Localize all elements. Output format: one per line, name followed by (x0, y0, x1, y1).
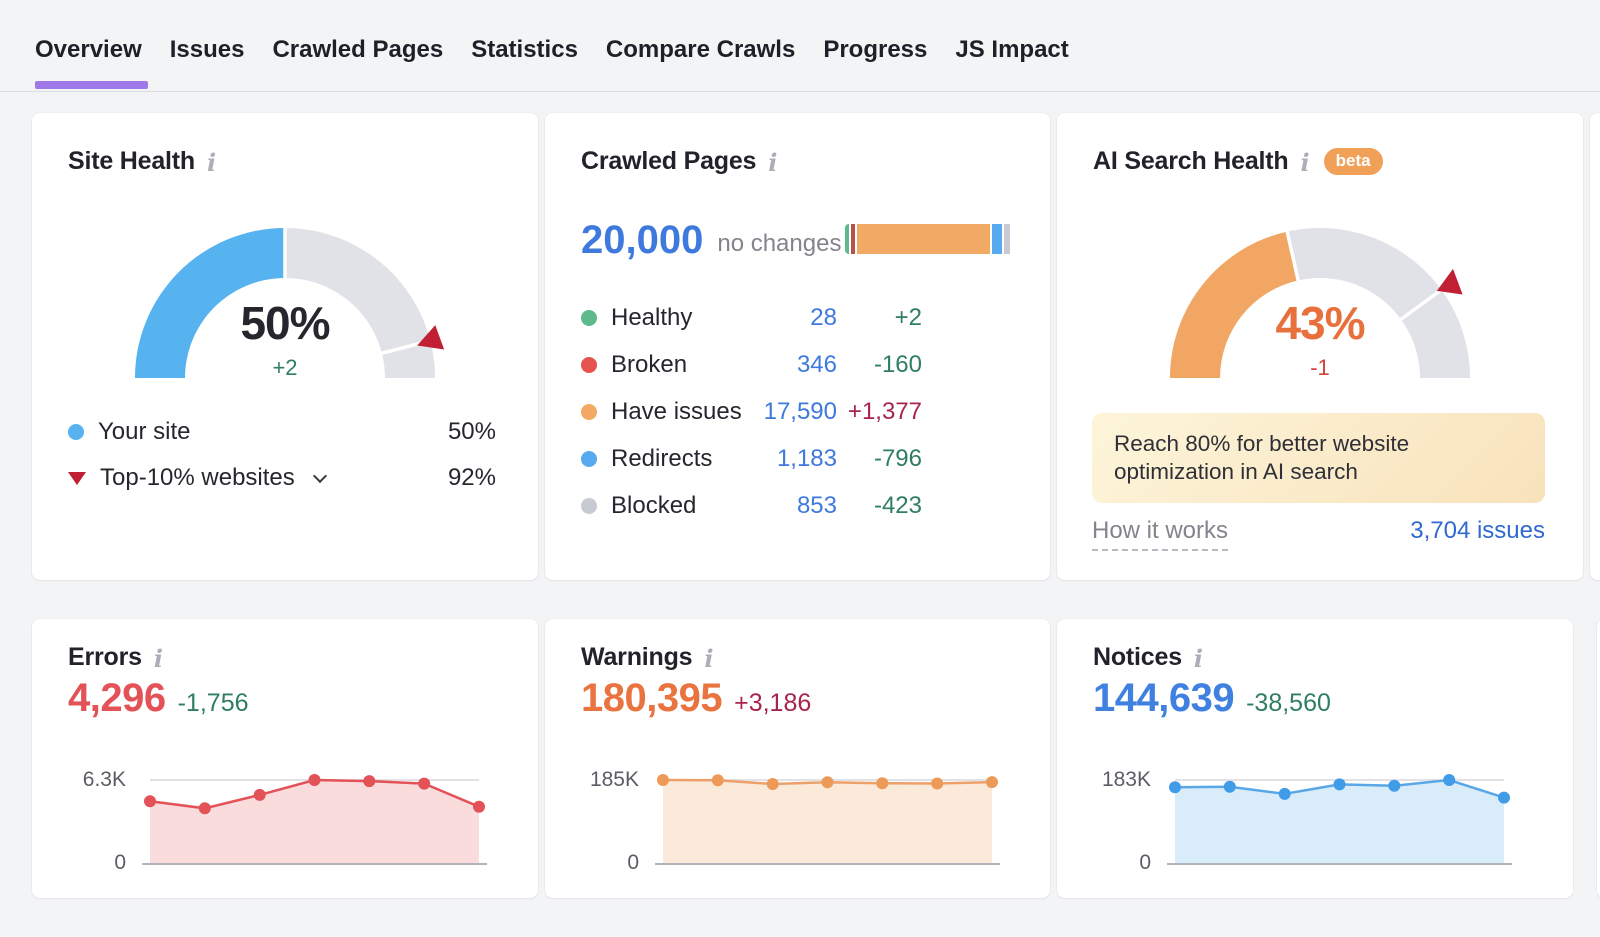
status-dot-icon (581, 357, 597, 373)
y-axis-zero-label: 0 (627, 851, 639, 875)
row-change: +1,377 (837, 398, 922, 426)
ai-search-health-title: AI Search Health (1093, 147, 1288, 176)
next-card-edge (1590, 113, 1600, 580)
row-value[interactable]: 17,590 (742, 398, 837, 426)
row-label: Blocked (581, 492, 742, 520)
tab-bar: Overview Issues Crawled Pages Statistics Com… (0, 0, 1600, 92)
info-icon[interactable]: i (1194, 647, 1203, 671)
ai-search-health-score: 43% (1165, 296, 1475, 350)
legend-row-top-10-websites[interactable]: Top-10% websites 92% (68, 455, 496, 501)
errors-title: Errors (68, 643, 142, 672)
errors-count[interactable]: 4,296 (68, 676, 166, 721)
chevron-down-icon[interactable] (313, 469, 327, 483)
errors-change: -1,756 (178, 689, 249, 718)
status-dot-icon (581, 451, 597, 467)
info-icon[interactable]: i (207, 151, 216, 175)
benchmark-triangle-icon (68, 472, 86, 485)
notices-count[interactable]: 144,639 (1093, 676, 1234, 721)
notices-trend-chart: 183K 0 (1093, 772, 1512, 872)
notices-card: Notices i 144,639 -38,560 183K 0 (1057, 619, 1573, 898)
row-label: Redirects (581, 445, 742, 473)
errors-trend-chart: 6.3K 0 (68, 772, 487, 872)
how-it-works-link[interactable]: How it works (1092, 517, 1228, 551)
info-icon[interactable]: i (704, 647, 713, 671)
row-label: Broken (581, 351, 742, 379)
row-value[interactable]: 28 (742, 304, 837, 332)
crawled-pages-title: Crawled Pages (581, 147, 756, 176)
bar-segment-healthy (845, 224, 849, 254)
site-health-title: Site Health (68, 147, 195, 176)
tab-js-impact[interactable]: JS Impact (955, 0, 1068, 91)
errors-card: Errors i 4,296 -1,756 6.3K 0 (32, 619, 538, 898)
crawled-row-broken: Broken346-160 (581, 341, 922, 388)
info-icon[interactable]: i (1300, 151, 1309, 175)
crawled-row-have-issues: Have issues17,590+1,377 (581, 388, 922, 435)
legend-value: 92% (448, 464, 496, 492)
row-change: -423 (837, 492, 922, 520)
status-dot-icon (581, 498, 597, 514)
legend-label: Your site (98, 418, 191, 446)
status-dot-icon (581, 404, 597, 420)
crawled-pages-stacked-bar (845, 224, 1014, 254)
crawled-row-redirects: Redirects1,183-796 (581, 435, 922, 482)
crawled-pages-card: Crawled Pages i 20,000 no changes Health… (545, 113, 1050, 580)
bar-segment-redirects (992, 224, 1002, 254)
ai-search-health-tip: Reach 80% for better website optimizatio… (1092, 413, 1545, 503)
tab-statistics[interactable]: Statistics (471, 0, 578, 91)
crawled-row-blocked: Blocked853-423 (581, 482, 922, 529)
legend-value: 50% (448, 418, 496, 446)
crawled-pages-total[interactable]: 20,000 (581, 218, 703, 262)
legend-label: Top-10% websites (100, 464, 295, 492)
y-axis-max-label: 185K (590, 768, 639, 792)
row-value[interactable]: 853 (742, 492, 837, 520)
ai-search-health-card: AI Search Health i beta 43% -1 Reach 80%… (1057, 113, 1583, 580)
notices-change: -38,560 (1246, 689, 1331, 718)
status-dot-icon (581, 310, 597, 326)
row-change: -796 (837, 445, 922, 473)
info-icon[interactable]: i (768, 151, 777, 175)
notices-title: Notices (1093, 643, 1182, 672)
site-health-gauge: 50% +2 (130, 216, 440, 388)
bar-segment-broken (851, 224, 855, 254)
warnings-trend-chart: 185K 0 (581, 772, 1000, 872)
site-health-legend: Your site 50% Top-10% websites 92% (68, 409, 496, 501)
row-label: Healthy (581, 304, 742, 332)
y-axis-zero-label: 0 (1139, 851, 1151, 875)
warnings-count[interactable]: 180,395 (581, 676, 722, 721)
site-health-score-change: +2 (130, 355, 440, 381)
ai-search-health-gauge: 43% -1 (1165, 216, 1475, 388)
site-audit-overview-page: Overview Issues Crawled Pages Statistics Com… (0, 0, 1600, 937)
y-axis-max-label: 6.3K (83, 768, 126, 792)
row-label: Have issues (581, 398, 742, 426)
beta-badge: beta (1324, 148, 1383, 175)
bar-segment-blocked (1004, 224, 1010, 254)
site-health-score: 50% (130, 296, 440, 350)
warnings-card: Warnings i 180,395 +3,186 185K 0 (545, 619, 1050, 898)
your-site-dot-icon (68, 424, 84, 440)
row-change: -160 (837, 351, 922, 379)
y-axis-zero-label: 0 (114, 851, 126, 875)
tab-progress[interactable]: Progress (823, 0, 927, 91)
crawled-pages-change-note: no changes (717, 218, 841, 258)
tab-crawled-pages[interactable]: Crawled Pages (272, 0, 443, 91)
row-value[interactable]: 346 (742, 351, 837, 379)
y-axis-max-label: 183K (1102, 768, 1151, 792)
bar-segment-have-issues (857, 224, 990, 254)
info-icon[interactable]: i (154, 647, 163, 671)
ai-issues-link[interactable]: 3,704 issues (1410, 517, 1545, 545)
tab-overview[interactable]: Overview (35, 0, 142, 91)
tab-compare-crawls[interactable]: Compare Crawls (606, 0, 795, 91)
ai-search-health-score-change: -1 (1165, 355, 1475, 381)
warnings-change: +3,186 (734, 689, 811, 718)
warnings-title: Warnings (581, 643, 692, 672)
legend-row-your-site: Your site 50% (68, 409, 496, 455)
tab-issues[interactable]: Issues (170, 0, 245, 91)
row-value[interactable]: 1,183 (742, 445, 837, 473)
crawled-row-healthy: Healthy28+2 (581, 294, 922, 341)
site-health-card: Site Health i 50% +2 Your site 50% Top-10%… (32, 113, 538, 580)
crawled-pages-breakdown: Healthy28+2Broken346-160Have issues17,59… (581, 294, 922, 529)
row-change: +2 (837, 304, 922, 332)
